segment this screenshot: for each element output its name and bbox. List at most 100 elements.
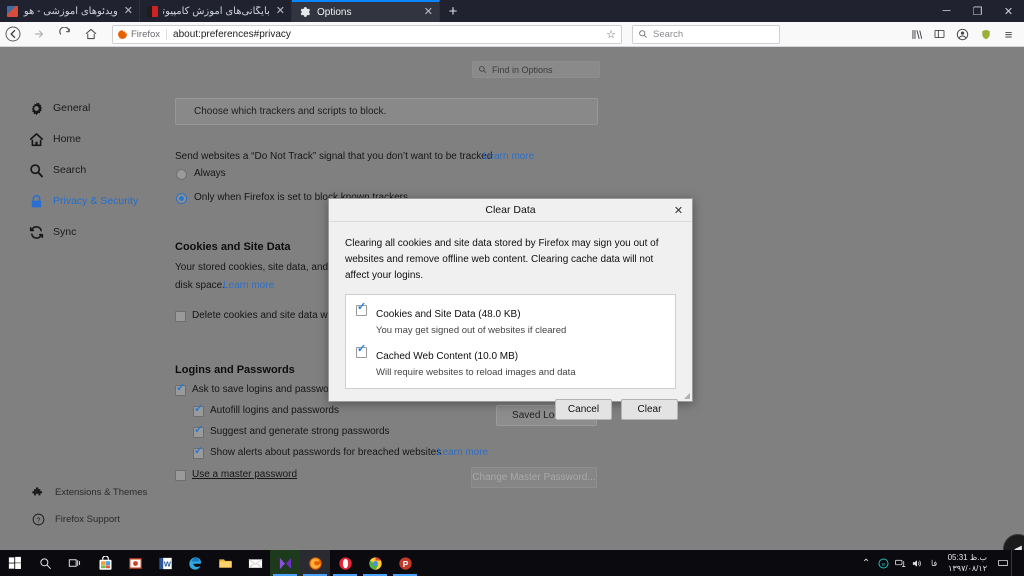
taskbar-app-opera[interactable] xyxy=(330,550,360,576)
windows-taskbar: W P ⌃ e فا ب.ظ 05:31 ۱۳۹۷/۰۸/۱۲ xyxy=(0,550,1024,576)
sidebar-item-label: Search xyxy=(53,164,87,176)
word-icon: W xyxy=(158,557,171,569)
tab-0[interactable]: ویدئوهای آموزشی - هوشیار ✕ xyxy=(0,0,140,22)
clear-data-option-cache[interactable]: Cached Web Content (10.0 MB) Will requir… xyxy=(356,344,665,378)
taskbar-app-powerpoint[interactable] xyxy=(120,550,150,576)
sidebar-item-label: Privacy & Security xyxy=(53,195,139,207)
opera-icon xyxy=(338,556,352,570)
use-master-password-checkbox[interactable] xyxy=(175,470,186,481)
tab-title: ویدئوهای آموزشی - هوشیار xyxy=(23,5,118,17)
close-icon[interactable]: ✕ xyxy=(424,6,433,18)
breach-alerts-learn-more-link[interactable]: Learn more xyxy=(437,447,488,458)
sidebar-item-sync[interactable]: Sync xyxy=(28,223,76,241)
breach-alerts-checkbox[interactable] xyxy=(193,446,204,459)
tab-1[interactable]: بایگانی‌های آموزش کامپیوتر - هود ✕ xyxy=(140,0,292,22)
network-icon[interactable] xyxy=(892,550,909,576)
cookies-description-line2: disk space. xyxy=(175,280,226,291)
close-window-button[interactable]: ✕ xyxy=(993,0,1024,22)
delete-cookies-on-close-checkbox[interactable] xyxy=(175,311,186,322)
minimize-button[interactable]: ─ xyxy=(931,0,962,22)
firefox-icon xyxy=(308,556,322,570)
sidebar-item-privacy-security[interactable]: Privacy & Security xyxy=(28,192,138,210)
cached-web-content-checkbox[interactable] xyxy=(356,344,367,358)
close-icon[interactable]: ✕ xyxy=(671,203,686,218)
taskbar-app-chrome[interactable] xyxy=(360,550,390,576)
cancel-button[interactable]: Cancel xyxy=(555,398,612,420)
dnt-radio-always[interactable] xyxy=(176,169,187,180)
taskbar-app-file-explorer[interactable] xyxy=(210,550,240,576)
sidebar-item-search[interactable]: Search xyxy=(28,161,86,179)
url-text: about:preferences#privacy xyxy=(173,28,291,40)
keyboard-layout-icon[interactable]: فا xyxy=(926,550,943,576)
taskbar-app-potplayer[interactable]: P xyxy=(390,550,420,576)
tray-chevron-icon[interactable]: ⌃ xyxy=(858,550,875,576)
task-view-button[interactable] xyxy=(60,550,90,576)
taskbar-clock[interactable]: ب.ظ 05:31 ۱۳۹۷/۰۸/۱۲ xyxy=(948,550,987,576)
home-icon xyxy=(85,28,97,40)
reload-button[interactable] xyxy=(52,23,78,45)
clear-data-option-cookies[interactable]: Cookies and Site Data (48.0 KB) You may … xyxy=(356,302,665,336)
show-desktop-button[interactable] xyxy=(1011,550,1020,576)
change-master-password-button[interactable]: Change Master Password... xyxy=(471,467,597,488)
identity-box[interactable]: Firefox xyxy=(117,28,168,40)
edge-icon xyxy=(188,556,201,570)
tab-options[interactable]: Options ✕ xyxy=(292,0,440,22)
do-not-track-learn-more-link[interactable]: Learn more xyxy=(483,151,534,162)
window-controls: ─ ❐ ✕ xyxy=(931,0,1024,22)
sidebar-item-extensions-themes[interactable]: Extensions & Themes xyxy=(30,483,147,501)
ask-to-save-logins-checkbox[interactable] xyxy=(175,383,186,396)
start-button[interactable] xyxy=(0,550,30,576)
dnt-radio-only-when-blocking[interactable] xyxy=(176,193,187,204)
search-icon xyxy=(28,162,44,178)
forward-button[interactable] xyxy=(26,23,52,45)
home-button[interactable] xyxy=(78,23,104,45)
shield-icon[interactable] xyxy=(974,23,997,45)
maximize-button[interactable]: ❐ xyxy=(962,0,993,22)
tab-bar: ویدئوهای آموزشی - هوشیار ✕ بایگانی‌های آ… xyxy=(0,0,1024,22)
mail-icon xyxy=(248,558,262,568)
sidebar-item-general[interactable]: General xyxy=(28,99,90,117)
library-icon[interactable] xyxy=(905,23,928,45)
new-tab-button[interactable]: + xyxy=(440,0,466,22)
home-icon xyxy=(28,131,44,147)
clear-button[interactable]: Clear xyxy=(621,398,678,420)
address-bar[interactable]: Firefox about:preferences#privacy ☆ xyxy=(112,24,622,44)
find-in-options-input[interactable]: Find in Options xyxy=(472,61,600,78)
taskbar-app-mail[interactable] xyxy=(240,550,270,576)
do-not-track-description: Send websites a “Do Not Track” signal th… xyxy=(175,151,493,162)
close-icon[interactable]: ✕ xyxy=(124,5,133,17)
cookies-learn-more-link[interactable]: Learn more xyxy=(223,280,274,291)
close-icon[interactable]: ✕ xyxy=(276,5,285,17)
taskbar-app-microsoft-store[interactable] xyxy=(90,550,120,576)
sidebar-item-label: Extensions & Themes xyxy=(55,486,148,498)
resize-grip-icon[interactable]: ◢ xyxy=(684,391,690,400)
toolbar-search-box[interactable]: Search xyxy=(632,24,780,44)
cookies-site-data-checkbox[interactable] xyxy=(356,302,367,316)
search-icon xyxy=(39,557,51,569)
reload-icon xyxy=(59,27,70,35)
taskbar-app-firefox[interactable] xyxy=(300,550,330,576)
autofill-logins-checkbox[interactable] xyxy=(193,404,204,417)
sidebar-item-home[interactable]: Home xyxy=(28,130,81,148)
back-arrow-icon xyxy=(5,26,21,42)
taskbar-app-media-player[interactable] xyxy=(270,550,300,576)
sidebar-icon[interactable] xyxy=(928,23,951,45)
volume-icon[interactable] xyxy=(909,550,926,576)
suggest-strong-passwords-checkbox[interactable] xyxy=(193,425,204,438)
sync-tray-icon[interactable]: e xyxy=(875,550,892,576)
taskbar-app-word[interactable]: W xyxy=(150,550,180,576)
action-center-icon[interactable] xyxy=(994,550,1011,576)
account-icon[interactable] xyxy=(951,23,974,45)
taskbar-search-button[interactable] xyxy=(30,550,60,576)
tab-favicon xyxy=(7,5,18,17)
cookies-section-heading: Cookies and Site Data xyxy=(175,241,291,253)
sidebar-item-firefox-support[interactable]: ? Firefox Support xyxy=(30,510,120,528)
option-sublabel: You may get signed out of websites if cl… xyxy=(376,325,567,336)
back-button[interactable] xyxy=(0,23,26,45)
taskbar-app-edge[interactable] xyxy=(180,550,210,576)
bookmark-star-icon[interactable]: ☆ xyxy=(606,28,619,41)
page-side-toggle-button[interactable]: ◀ xyxy=(1003,534,1024,550)
menu-icon[interactable]: ≡ xyxy=(997,23,1020,45)
logins-section-heading: Logins and Passwords xyxy=(175,364,295,376)
identity-label: Firefox xyxy=(131,28,161,40)
